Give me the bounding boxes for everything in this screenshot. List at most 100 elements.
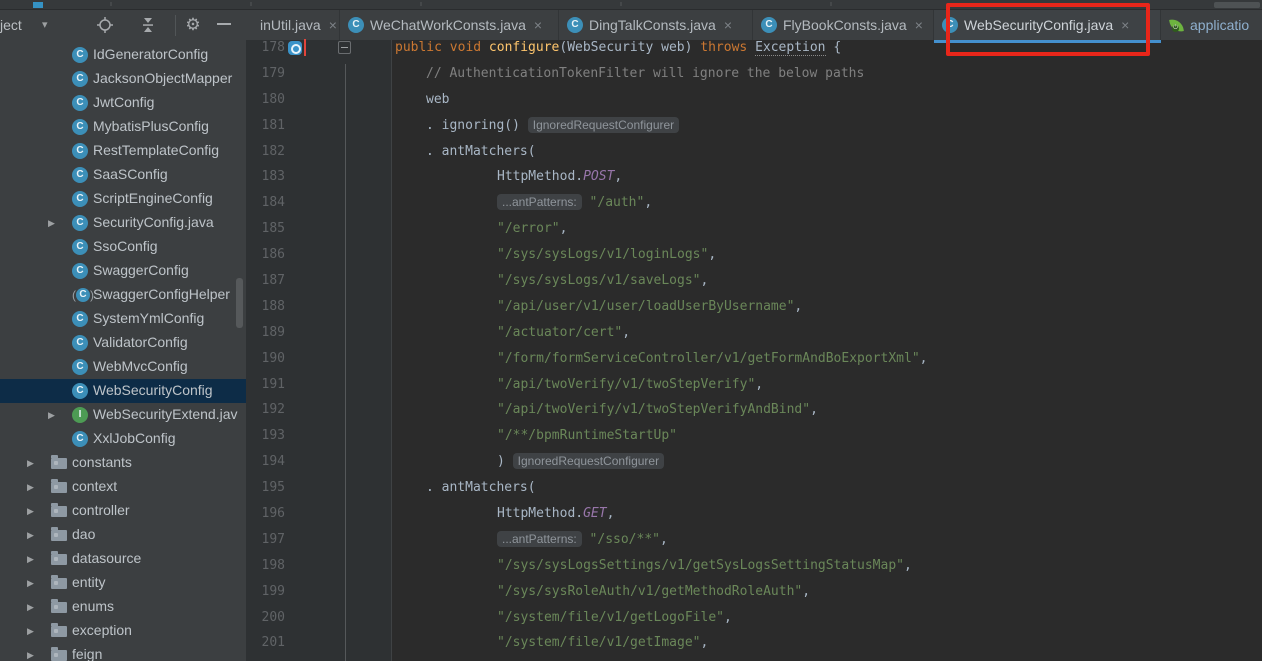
expand-arrow-icon[interactable]: ▶: [27, 482, 34, 493]
code-line-190[interactable]: 190"/form/formServiceController/v1/getFo…: [246, 346, 1262, 372]
line-number[interactable]: 200: [249, 605, 285, 631]
line-number[interactable]: 179: [249, 61, 285, 87]
code-line-189[interactable]: 189"/actuator/cert",: [246, 320, 1262, 346]
expand-arrow-icon[interactable]: ▶: [27, 626, 34, 637]
tree-item-validatorconfig[interactable]: CValidatorConfig: [0, 331, 246, 355]
line-number[interactable]: 187: [249, 268, 285, 294]
tree-item-idgeneratorconfig[interactable]: CIdGeneratorConfig: [0, 43, 246, 67]
project-panel-title[interactable]: ject: [0, 17, 22, 33]
tree-item-resttemplateconfig[interactable]: CRestTemplateConfig: [0, 139, 246, 163]
code-line-197[interactable]: 197...antPatterns: "/sso/**",: [246, 527, 1262, 553]
tab-close-icon[interactable]: ×: [915, 18, 923, 32]
tree-item-webmvcconfig[interactable]: CWebMvcConfig: [0, 355, 246, 379]
code-line-183[interactable]: 183HttpMethod.POST,: [246, 164, 1262, 190]
code-line-191[interactable]: 191"/api/twoVerify/v1/twoStepVerify",: [246, 372, 1262, 398]
expand-arrow-icon[interactable]: ▶: [27, 650, 34, 661]
tree-item-saasconfig[interactable]: CSaaSConfig: [0, 163, 246, 187]
tree-item-enums[interactable]: ▶enums: [0, 595, 246, 619]
code-line-185[interactable]: 185"/error",: [246, 216, 1262, 242]
code-line-196[interactable]: 196HttpMethod.GET,: [246, 501, 1262, 527]
line-number[interactable]: 178: [249, 35, 285, 61]
tree-item-jwtconfig[interactable]: CJwtConfig: [0, 91, 246, 115]
code-line-181[interactable]: 181. ignoring() IgnoredRequestConfigurer: [246, 113, 1262, 139]
line-number[interactable]: 188: [249, 294, 285, 320]
line-number[interactable]: 180: [249, 87, 285, 113]
line-number[interactable]: 191: [249, 372, 285, 398]
expand-arrow-icon[interactable]: ▶: [27, 578, 34, 589]
line-number[interactable]: 182: [249, 139, 285, 165]
tree-item-swaggerconfig[interactable]: CSwaggerConfig: [0, 259, 246, 283]
code-line-199[interactable]: 199"/sys/sysRoleAuth/v1/getMethodRoleAut…: [246, 579, 1262, 605]
tree-item-systemymlconfig[interactable]: CSystemYmlConfig: [0, 307, 246, 331]
expand-arrow-icon[interactable]: ▶: [48, 410, 55, 421]
tree-item-jacksonobjectmapper[interactable]: CJacksonObjectMapper: [0, 67, 246, 91]
code-line-179[interactable]: 179// AuthenticationTokenFilter will ign…: [246, 61, 1262, 87]
tree-item-feign[interactable]: ▶feign: [0, 643, 246, 661]
line-number[interactable]: 193: [249, 423, 285, 449]
override-gutter-icon[interactable]: [288, 41, 302, 55]
code-line-187[interactable]: 187"/sys/sysLogs/v1/saveLogs",: [246, 268, 1262, 294]
expand-arrow-icon[interactable]: ▶: [27, 602, 34, 613]
chevron-down-icon[interactable]: ▾: [42, 18, 48, 31]
line-number[interactable]: 199: [249, 579, 285, 605]
tree-scrollbar-thumb[interactable]: [236, 278, 243, 328]
collapse-all-icon[interactable]: [139, 16, 157, 34]
hide-panel-icon[interactable]: [217, 23, 231, 25]
code-line-198[interactable]: 198"/sys/sysLogsSettings/v1/getSysLogsSe…: [246, 553, 1262, 579]
code-line-178[interactable]: 178public void configure(WebSecurity web…: [246, 35, 1262, 61]
code-line-193[interactable]: 193"/**/bpmRuntimeStartUp": [246, 423, 1262, 449]
tree-item-context[interactable]: ▶context: [0, 475, 246, 499]
tree-item-websecurityextend-jav[interactable]: ▶IWebSecurityExtend.jav: [0, 403, 246, 427]
line-number[interactable]: 181: [249, 113, 285, 139]
tree-item-controller[interactable]: ▶controller: [0, 499, 246, 523]
code-line-200[interactable]: 200"/system/file/v1/getLogoFile",: [246, 605, 1262, 631]
code-line-180[interactable]: 180web: [246, 87, 1262, 113]
code-line-195[interactable]: 195. antMatchers(: [246, 475, 1262, 501]
fold-collapse-icon[interactable]: [338, 41, 351, 54]
tree-item-constants[interactable]: ▶constants: [0, 451, 246, 475]
line-number[interactable]: 189: [249, 320, 285, 346]
tab-close-icon[interactable]: ×: [1121, 18, 1129, 32]
line-number[interactable]: 201: [249, 630, 285, 656]
expand-arrow-icon[interactable]: ▶: [48, 218, 55, 229]
tree-item-mybatisplusconfig[interactable]: CMybatisPlusConfig: [0, 115, 246, 139]
code-line-194[interactable]: 194) IgnoredRequestConfigurer: [246, 449, 1262, 475]
line-number[interactable]: 190: [249, 346, 285, 372]
expand-arrow-icon[interactable]: ▶: [27, 554, 34, 565]
line-number[interactable]: 183: [249, 164, 285, 190]
tree-item-securityconfig-java[interactable]: ▶CSecurityConfig.java: [0, 211, 246, 235]
line-number[interactable]: 185: [249, 216, 285, 242]
tree-item-exception[interactable]: ▶exception: [0, 619, 246, 643]
tab-close-icon[interactable]: ×: [724, 18, 732, 32]
expand-arrow-icon[interactable]: ▶: [27, 506, 34, 517]
line-number[interactable]: 198: [249, 553, 285, 579]
tab-close-icon[interactable]: ×: [534, 18, 542, 32]
code-line-192[interactable]: 192"/api/twoVerify/v1/twoStepVerifyAndBi…: [246, 397, 1262, 423]
code-line-188[interactable]: 188"/api/user/v1/user/loadUserByUsername…: [246, 294, 1262, 320]
locate-icon[interactable]: [96, 16, 114, 34]
line-number[interactable]: 196: [249, 501, 285, 527]
tree-item-swaggerconfighelper[interactable]: (C)SwaggerConfigHelper: [0, 283, 246, 307]
tree-item-ssoconfig[interactable]: CSsoConfig: [0, 235, 246, 259]
code-line-184[interactable]: 184...antPatterns: "/auth",: [246, 190, 1262, 216]
line-number[interactable]: 192: [249, 397, 285, 423]
tree-item-scriptengineconfig[interactable]: CScriptEngineConfig: [0, 187, 246, 211]
code-line-182[interactable]: 182. antMatchers(: [246, 139, 1262, 165]
tree-item-xxljobconfig[interactable]: CXxlJobConfig: [0, 427, 246, 451]
expand-arrow-icon[interactable]: ▶: [27, 530, 34, 541]
line-number[interactable]: 197: [249, 527, 285, 553]
tree-item-dao[interactable]: ▶dao: [0, 523, 246, 547]
code-line-201[interactable]: 201"/system/file/v1/getImage",: [246, 630, 1262, 656]
tree-item-websecurityconfig[interactable]: CWebSecurityConfig: [0, 379, 246, 403]
settings-gear-icon[interactable]: ⚙: [184, 16, 202, 34]
code-editor[interactable]: 178public void configure(WebSecurity web…: [246, 40, 1262, 661]
line-number[interactable]: 194: [249, 449, 285, 475]
line-number[interactable]: 195: [249, 475, 285, 501]
line-number[interactable]: 186: [249, 242, 285, 268]
expand-arrow-icon[interactable]: ▶: [27, 458, 34, 469]
code-line-186[interactable]: 186"/sys/sysLogs/v1/loginLogs",: [246, 242, 1262, 268]
tree-item-entity[interactable]: ▶entity: [0, 571, 246, 595]
line-number[interactable]: 184: [249, 190, 285, 216]
tab-close-icon[interactable]: ×: [329, 18, 337, 32]
tree-item-datasource[interactable]: ▶datasource: [0, 547, 246, 571]
